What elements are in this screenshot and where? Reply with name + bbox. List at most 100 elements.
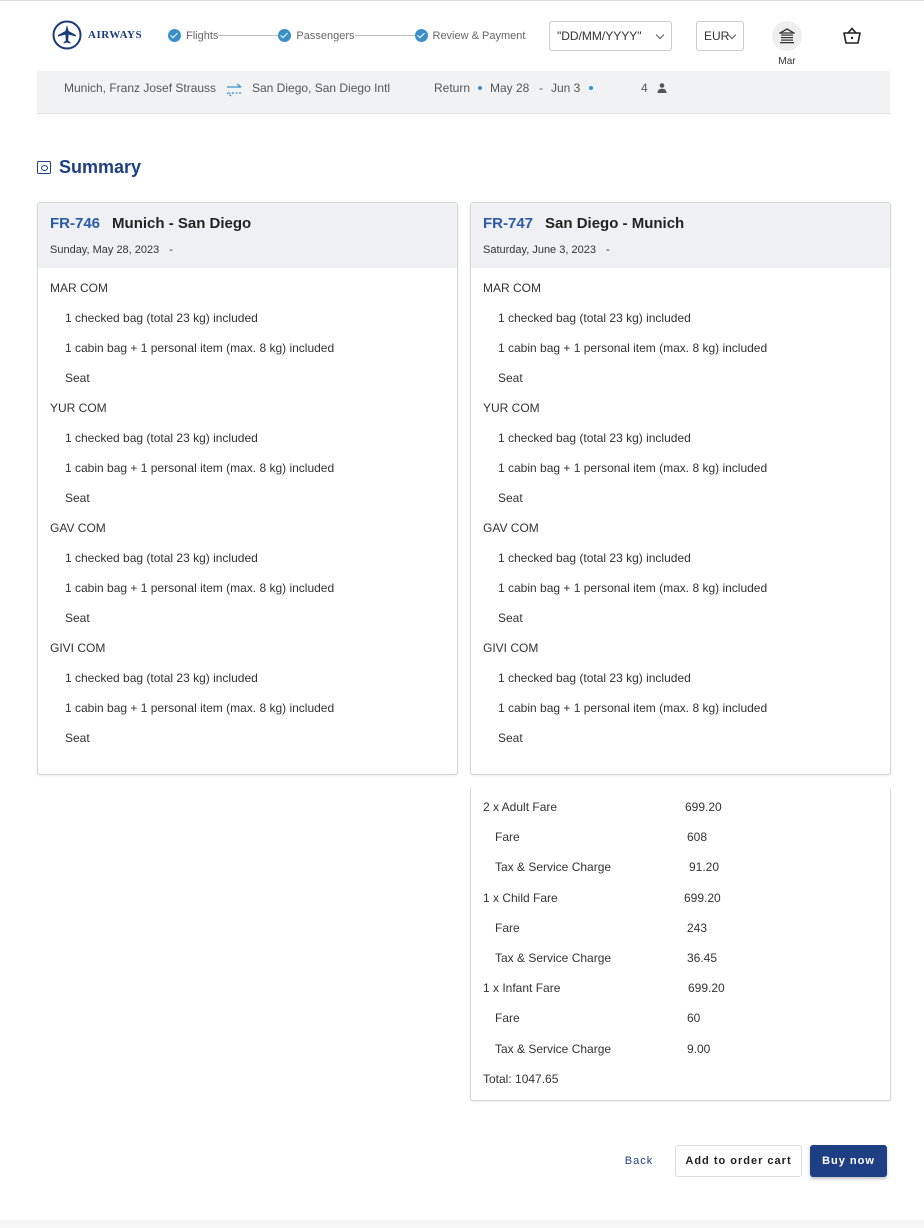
cabin-bag-item: 1 cabin bag + 1 personal item (max. 8 kg…	[498, 581, 768, 595]
fare-value: 60	[687, 1011, 701, 1025]
passenger-name: MAR COM	[483, 281, 541, 295]
flight-card-outbound: FR-746 Munich - San Diego Sunday, May 28…	[37, 202, 458, 775]
buy-now-button[interactable]: Buy now	[810, 1145, 887, 1177]
currency-select[interactable]: EUR	[696, 21, 744, 51]
user-avatar	[772, 21, 802, 51]
step-flights[interactable]: Flights	[168, 29, 218, 42]
back-button[interactable]: Back	[618, 1145, 660, 1177]
page-title: Summary	[59, 157, 142, 177]
step-label: Review & Payment	[432, 29, 526, 42]
date-format-select[interactable]: "DD/MM/YYYY"	[549, 21, 672, 51]
step-label: Passengers	[296, 29, 355, 42]
origin: Munich, Franz Josef Strauss	[64, 81, 217, 95]
check-circle-icon	[278, 29, 292, 42]
person-icon	[657, 83, 667, 93]
seat-item: Seat	[498, 491, 523, 505]
checked-bag-item: 1 checked bag (total 23 kg) included	[65, 551, 258, 565]
trip-search-bar[interactable]: Munich, Franz Josef Strauss San Diego, S…	[37, 71, 890, 114]
checked-bag-item: 1 checked bag (total 23 kg) included	[498, 311, 691, 325]
user-menu[interactable]: Mar	[771, 21, 803, 67]
tax-label: Tax & Service Charge	[495, 860, 612, 874]
check-circle-icon	[414, 29, 428, 42]
checked-bag-item: 1 checked bag (total 23 kg) included	[65, 431, 258, 445]
bank-icon	[779, 28, 795, 44]
checked-bag-item: 1 checked bag (total 23 kg) included	[65, 311, 258, 325]
tax-value: 91.20	[689, 860, 720, 874]
checked-bag-item: 1 checked bag (total 23 kg) included	[498, 551, 691, 565]
seat-item: Seat	[498, 731, 523, 745]
flight-date-text: Sunday, May 28, 2023	[50, 244, 160, 256]
basket-icon[interactable]	[842, 27, 862, 45]
summary-icon	[37, 161, 51, 174]
seat-item: Seat	[65, 491, 90, 505]
checked-bag-item: 1 checked bag (total 23 kg) included	[65, 671, 258, 685]
seat-item: Seat	[65, 731, 90, 745]
swap-arrows-icon	[226, 83, 242, 97]
passenger-list: MAR COM 1 checked bag (total 23 kg) incl…	[471, 268, 890, 774]
separator-dot	[589, 86, 593, 90]
flight-card-header: FR-747 San Diego - Munich Saturday, June…	[471, 203, 890, 268]
header: AIRWAYS Flights Passengers Review & Paym…	[0, 1, 924, 71]
step-label: Flights	[186, 29, 219, 42]
check-circle-icon	[168, 29, 181, 42]
seat-item: Seat	[65, 371, 90, 385]
flight-card-header: FR-746 Munich - San Diego Sunday, May 28…	[38, 203, 457, 268]
passenger-name: YUR COM	[50, 401, 107, 415]
cabin-bag-item: 1 cabin bag + 1 personal item (max. 8 kg…	[65, 701, 335, 715]
date-format-value: "DD/MM/YYYY"	[557, 29, 642, 43]
tax-value: 9.00	[687, 1042, 711, 1056]
step-passengers[interactable]: Passengers	[278, 29, 355, 42]
tax-label: Tax & Service Charge	[495, 951, 612, 965]
return-date: Jun 3	[551, 81, 581, 95]
infant-fare-value: 699.20	[688, 981, 725, 995]
adult-fare-value: 699.20	[685, 800, 722, 814]
add-to-cart-button[interactable]: Add to order cart	[675, 1145, 802, 1177]
flight-date: Saturday, June 3, 2023-	[483, 244, 878, 256]
passenger-name: YUR COM	[483, 401, 540, 415]
chevron-down-icon	[655, 30, 665, 40]
flight-date-text: Saturday, June 3, 2023	[483, 244, 596, 256]
passenger-name: GIVI COM	[50, 641, 106, 655]
currency-value: EUR	[704, 29, 730, 43]
user-name: Mar	[778, 56, 796, 67]
child-fare-value: 699.20	[684, 891, 721, 905]
cabin-bag-item: 1 cabin bag + 1 personal item (max. 8 kg…	[65, 581, 335, 595]
passenger-list: MAR COM 1 checked bag (total 23 kg) incl…	[38, 268, 457, 774]
cabin-bag-item: 1 cabin bag + 1 personal item (max. 8 kg…	[65, 341, 335, 355]
trip-type: Return	[434, 81, 471, 95]
fare-label: Fare	[495, 921, 520, 935]
separator-dot	[478, 86, 482, 90]
page: AIRWAYS Flights Passengers Review & Paym…	[0, 0, 924, 1220]
passenger-name: MAR COM	[50, 281, 108, 295]
airplane-logo-icon	[52, 20, 82, 50]
logo[interactable]: AIRWAYS	[52, 20, 142, 50]
passenger-name: GAV COM	[50, 521, 106, 535]
tax-label: Tax & Service Charge	[495, 1042, 612, 1056]
passenger-name: GAV COM	[483, 521, 539, 535]
infant-fare-label: 1 x Infant Fare	[483, 981, 561, 995]
step-divider	[354, 35, 415, 36]
cabin-bag-item: 1 cabin bag + 1 personal item (max. 8 kg…	[498, 461, 768, 475]
step-divider	[218, 35, 279, 36]
seat-item: Seat	[498, 611, 523, 625]
date-dash: -	[539, 81, 543, 95]
logo-text: AIRWAYS	[88, 29, 143, 41]
fare-label: Fare	[495, 1011, 520, 1025]
fare-breakdown: 2 x Adult Fare 699.20 Fare 608 Tax & Ser…	[470, 787, 891, 1101]
flight-route: Munich - San Diego	[112, 215, 252, 232]
child-fare-label: 1 x Child Fare	[483, 891, 558, 905]
destination: San Diego, San Diego Intl	[252, 81, 391, 95]
seat-item: Seat	[65, 611, 90, 625]
fare-value: 243	[687, 921, 708, 935]
adult-fare-label: 2 x Adult Fare	[483, 800, 558, 814]
flight-route: San Diego - Munich	[545, 215, 685, 232]
seat-item: Seat	[498, 371, 523, 385]
cabin-bag-item: 1 cabin bag + 1 personal item (max. 8 kg…	[65, 461, 335, 475]
flight-number: FR-746	[50, 215, 101, 232]
checked-bag-item: 1 checked bag (total 23 kg) included	[498, 671, 691, 685]
checked-bag-item: 1 checked bag (total 23 kg) included	[498, 431, 691, 445]
step-review-payment[interactable]: Review & Payment	[414, 29, 526, 42]
fare-label: Fare	[495, 830, 520, 844]
flight-number: FR-747	[483, 215, 534, 232]
flight-card-return: FR-747 San Diego - Munich Saturday, June…	[470, 202, 891, 775]
